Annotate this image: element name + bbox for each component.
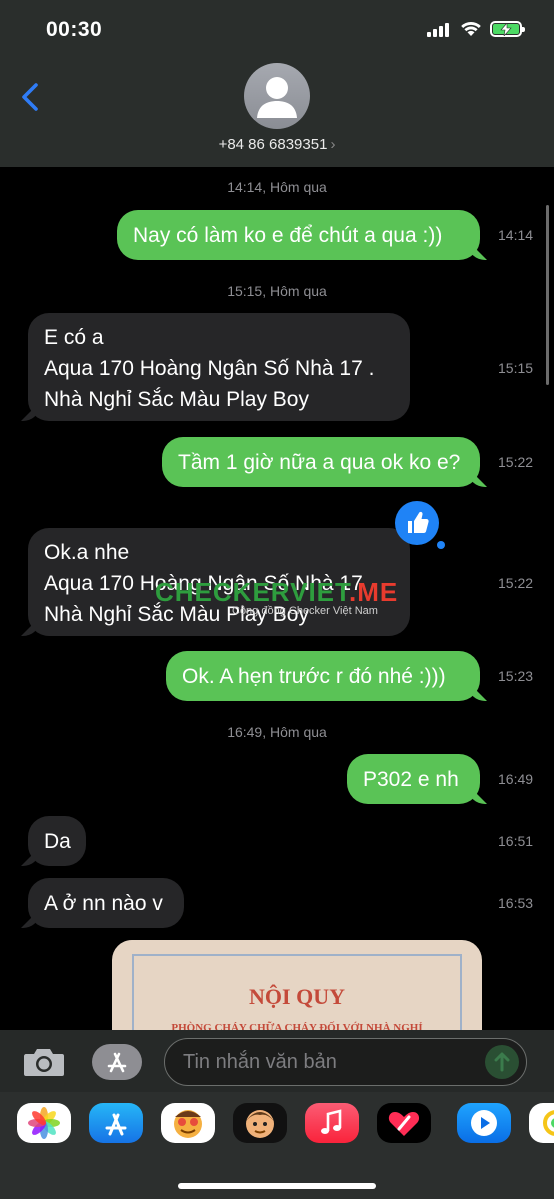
message-time: 15:23 (498, 668, 534, 684)
back-chevron-icon[interactable] (20, 82, 40, 112)
tapback-tail (437, 541, 445, 549)
contact-avatar[interactable] (244, 63, 310, 129)
battery-charging-icon (490, 21, 525, 37)
app-store-icon (107, 1052, 127, 1073)
send-button[interactable] (485, 1045, 519, 1079)
message-time: 16:49 (498, 771, 534, 787)
watermark-part1: CHECKER (155, 577, 291, 607)
watermark-part3: .ME (349, 577, 399, 607)
status-time: 00:30 (46, 18, 103, 41)
status-bar: 00:30 (0, 0, 554, 60)
message-time: 15:22 (498, 575, 534, 591)
digital-touch-app-icon[interactable] (377, 1103, 431, 1143)
message-line: Nhà Nghỉ Sắc Màu Play Boy (44, 388, 309, 411)
message-time: 16:53 (498, 895, 534, 911)
photo-attachment[interactable]: NỘI QUY PHÒNG CHÁY CHỮA CHÁY ĐỐI VỚI NHÀ… (112, 940, 482, 1030)
music-app-icon[interactable] (305, 1103, 359, 1143)
message-bubble-outgoing[interactable]: Nay có làm ko e để chút a qua :)) (117, 210, 480, 260)
message-time: 16:51 (498, 833, 534, 849)
imessage-app-dock (0, 1092, 554, 1199)
message-line: Aqua 170 Hoàng Ngân Số Nhà 17 . (44, 357, 375, 380)
conversation-header: +84 86 6839351 › (0, 60, 554, 168)
shazam-app-icon[interactable] (457, 1103, 511, 1143)
timestamp-divider: 14:14, Hôm qua (227, 179, 327, 195)
app-drawer-button[interactable] (92, 1044, 142, 1080)
memoji-stickers-app-icon[interactable] (161, 1103, 215, 1143)
message-line: E có a (44, 326, 104, 349)
contact-number: +84 86 6839351 (218, 136, 328, 153)
tapback-badge[interactable] (395, 501, 439, 545)
wifi-icon (461, 21, 481, 36)
message-bubble-outgoing[interactable]: P302 e nh (347, 754, 480, 804)
message-composer: Tin nhắn văn bản (0, 1030, 554, 1092)
timestamp-divider: 15:15, Hôm qua (227, 283, 327, 299)
arrow-up-icon (494, 1052, 510, 1072)
chevron-right-icon: › (330, 136, 336, 153)
watermark-part2: VIET (290, 577, 350, 607)
message-time: 14:14 (498, 227, 534, 243)
message-bubble-outgoing[interactable]: Tầm 1 giờ nữa a qua ok ko e? (162, 437, 480, 487)
camera-icon[interactable] (22, 1046, 66, 1078)
message-input-placeholder: Tin nhắn văn bản (183, 1051, 337, 1073)
message-bubble-incoming[interactable]: A ở nn nào v (28, 878, 184, 928)
message-thread[interactable]: 14:14, Hôm qua Nay có làm ko e để chút a… (0, 167, 554, 1030)
photos-app-icon[interactable] (17, 1103, 71, 1143)
message-time: 15:22 (498, 454, 534, 470)
animoji-app-icon[interactable] (233, 1103, 287, 1143)
message-time: 15:15 (498, 360, 534, 376)
app-store-app-icon[interactable] (89, 1103, 143, 1143)
photo-title: NỘI QUY (249, 984, 345, 1009)
home-indicator[interactable] (178, 1183, 376, 1189)
message-input[interactable]: Tin nhắn văn bản (164, 1038, 527, 1086)
cellular-signal-icon (427, 23, 453, 37)
message-bubble-incoming[interactable]: E có a Aqua 170 Hoàng Ngân Số Nhà 17 . N… (28, 313, 410, 421)
watermark-subtitle: Cộng đồng Checker Việt Nam (232, 605, 378, 617)
thumbs-up-icon (408, 511, 429, 533)
photo-subtitle: PHÒNG CHÁY CHỮA CHÁY ĐỐI VỚI NHÀ NGHỈ (171, 1022, 423, 1030)
person-silhouette-icon (257, 77, 297, 118)
message-line: Ok.a nhe (44, 541, 130, 564)
timestamp-divider: 16:49, Hôm qua (227, 724, 327, 740)
contact-name[interactable]: +84 86 6839351 › (0, 136, 554, 153)
message-bubble-incoming[interactable]: Da (28, 816, 86, 866)
fitness-app-icon[interactable] (529, 1103, 554, 1143)
message-bubble-outgoing[interactable]: Ok. A hẹn trước r đó nhé :))) (166, 651, 480, 701)
watermark-logo: CHECKERVIET.ME (155, 577, 398, 608)
